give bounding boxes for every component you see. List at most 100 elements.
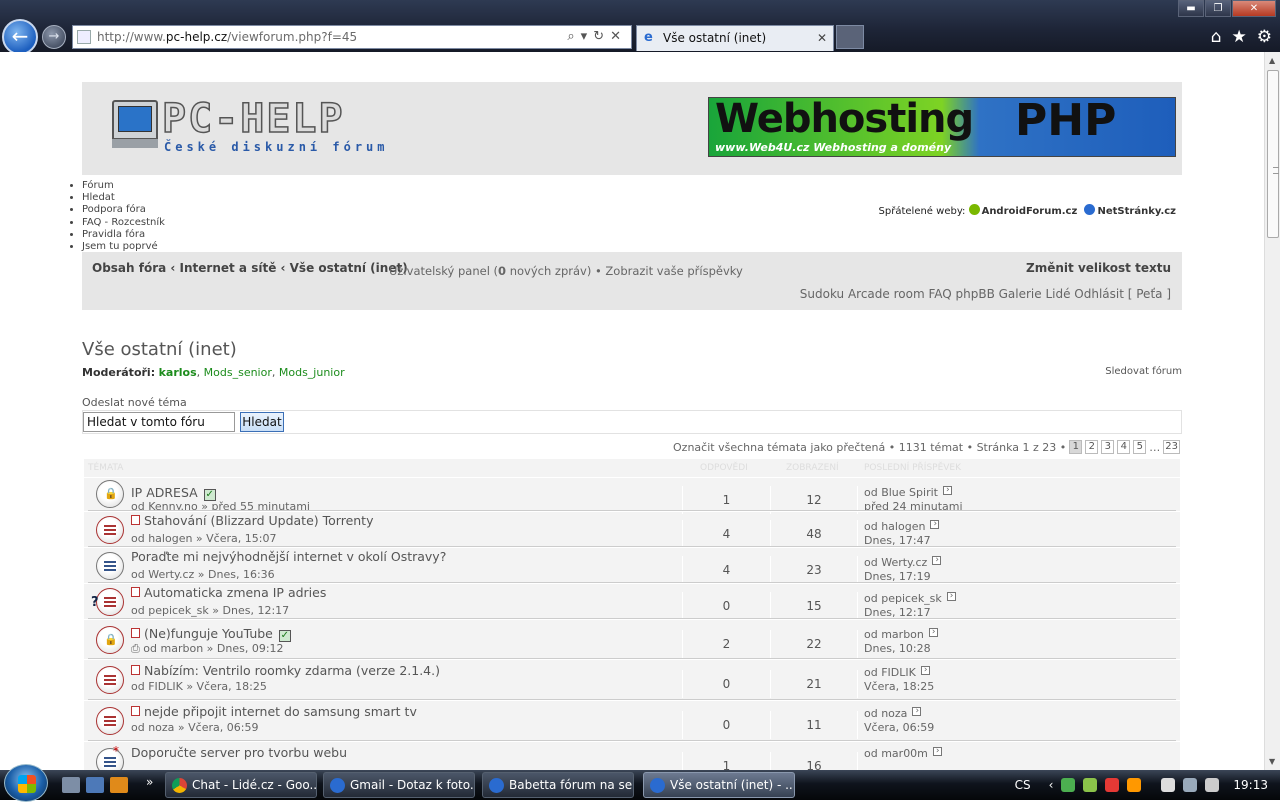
forward-button[interactable]: → (42, 25, 66, 49)
nav-link-faq[interactable]: FAQ - Rozcestník (82, 217, 165, 229)
go-to-last-post-icon[interactable] (928, 628, 938, 637)
maximize-button[interactable]: ❐ (1205, 0, 1231, 17)
back-button[interactable]: ← (2, 19, 38, 55)
topic-author[interactable]: od Werty.cz » Dnes, 16:36 (131, 568, 275, 581)
last-post-author[interactable]: od Blue Spirit (864, 486, 938, 499)
navbar-links[interactable]: Sudoku Arcade room FAQ phpBB Galerie Lid… (800, 287, 1171, 301)
last-post-author[interactable]: od mar00m (864, 747, 928, 760)
topic-title[interactable]: Stahování (Blizzard Update) Torrenty (131, 513, 373, 528)
topic-last-post: od mar00m (864, 747, 942, 761)
security-icon[interactable] (1061, 778, 1076, 792)
window-switcher-icon[interactable] (86, 777, 104, 793)
app-tray-icon[interactable] (1083, 778, 1098, 792)
home-icon[interactable]: ⌂ (1211, 27, 1222, 47)
volume-icon[interactable] (1205, 778, 1220, 792)
moderator-senior[interactable]: Mods_senior (204, 366, 272, 379)
moderator-karlos[interactable]: karlos (159, 366, 197, 379)
new-tab-button[interactable] (836, 25, 864, 49)
topic-author[interactable]: od pepicek_sk » Dnes, 12:17 (131, 604, 289, 617)
locked-topic-icon: 🔒 (96, 626, 124, 654)
change-font-size-link[interactable]: Změnit velikost textu (1026, 261, 1171, 275)
task-ie-gmail[interactable]: Gmail - Dotaz k foto... (323, 772, 475, 798)
friend-link-android[interactable]: AndroidForum.cz (982, 206, 1078, 217)
topic-author[interactable]: od halogen » Včera, 15:07 (131, 532, 276, 545)
media-player-icon[interactable] (110, 777, 128, 793)
nav-link-support[interactable]: Podpora fóra (82, 204, 165, 216)
quick-launch-more[interactable]: » (146, 775, 153, 789)
task-ie-babetta[interactable]: Babetta fórum na se... (482, 772, 634, 798)
go-to-last-post-icon[interactable] (946, 592, 956, 601)
user-panel-link[interactable]: Uživatelský panel (0 nových zpráv) • Zob… (389, 264, 743, 278)
go-to-last-post-icon[interactable] (932, 556, 942, 565)
tab-current[interactable]: e Vše ostatní (inet) ✕ (636, 25, 834, 51)
network-icon[interactable] (1183, 778, 1198, 792)
tray-expand-icon[interactable]: ‹ (1049, 778, 1054, 792)
language-indicator[interactable]: CS (1015, 778, 1031, 792)
system-tray: CS ‹ 19:13 (1015, 770, 1280, 800)
page-4[interactable]: 4 (1117, 440, 1131, 454)
topic-title[interactable]: (Ne)funguje YouTube ✓ (131, 626, 291, 642)
page-2[interactable]: 2 (1085, 440, 1099, 454)
scroll-thumb[interactable] (1267, 70, 1279, 238)
app-tray-icon[interactable] (1127, 778, 1142, 792)
topic-title[interactable]: IP ADRESA ✓ (131, 485, 216, 501)
nav-link-rules[interactable]: Pravidla fóra (82, 229, 165, 241)
topic-views: 21 (770, 670, 858, 698)
nav-link-search[interactable]: Hledat (82, 192, 165, 204)
power-icon[interactable] (1161, 778, 1176, 792)
scroll-up-icon[interactable]: ▲ (1269, 56, 1275, 65)
task-ie-forum[interactable]: Vše ostatní (inet) - ... (643, 772, 795, 798)
last-post-author[interactable]: od FIDLIK (864, 666, 916, 679)
pagination-info[interactable]: Označit všechna témata jako přečtená • 1… (673, 441, 1066, 454)
follow-forum-link[interactable]: Sledovat fórum (1105, 366, 1182, 377)
favorites-icon[interactable]: ★ (1232, 27, 1247, 47)
topic-last-post: od pepicek_skDnes, 12:17 (864, 592, 956, 620)
topic-author[interactable]: od FIDLIK » Včera, 18:25 (131, 680, 267, 693)
topic-title[interactable]: nejde připojit internet do samsung smart… (131, 704, 417, 719)
last-post-author[interactable]: od marbon (864, 628, 924, 641)
topic-author[interactable]: od noza » Včera, 06:59 (131, 721, 258, 734)
ad-banner[interactable]: Webhosting PHP www.Web4U.cz Webhosting a… (708, 97, 1176, 157)
nav-link-forum[interactable]: Fórum (82, 180, 165, 192)
scroll-down-icon[interactable]: ▼ (1269, 757, 1275, 766)
start-button[interactable] (4, 764, 48, 802)
search-button[interactable]: Hledat (240, 412, 284, 432)
address-bar[interactable]: http://www.pc-help.cz/viewforum.php?f=45… (72, 25, 632, 49)
task-label: Babetta fórum na se... (509, 778, 634, 792)
topic-title[interactable]: Nabízím: Ventrilo roomky zdarma (verze 2… (131, 663, 440, 678)
friend-link-netstranky[interactable]: NetStránky.cz (1097, 206, 1176, 217)
close-window-button[interactable]: ✕ (1232, 0, 1276, 17)
breadcrumb[interactable]: Obsah fóra ‹ Internet a sítě ‹ Vše ostat… (92, 261, 408, 275)
show-desktop-icon[interactable] (62, 777, 80, 793)
last-post-author[interactable]: od Werty.cz (864, 556, 927, 569)
moderator-junior[interactable]: Mods_junior (279, 366, 345, 379)
topic-author[interactable]: ⎙ od marbon » Dnes, 09:12 (131, 642, 284, 656)
clock[interactable]: 19:13 (1233, 778, 1268, 792)
page-3[interactable]: 3 (1101, 440, 1115, 454)
last-post-author[interactable]: od halogen (864, 520, 925, 533)
new-topic-link[interactable]: Odeslat nové téma (82, 396, 187, 409)
go-to-last-post-icon[interactable] (912, 707, 922, 716)
page-5[interactable]: 5 (1133, 440, 1147, 454)
page-title[interactable]: Vše ostatní (inet) (82, 339, 237, 360)
address-tools-icons[interactable]: ⌕▾↻✕ (567, 26, 627, 48)
minimize-button[interactable]: ▬ (1178, 0, 1204, 17)
friend-sites: Spřátelené weby: AndroidForum.cz NetStrá… (879, 204, 1176, 217)
page-1[interactable]: 1 (1069, 440, 1083, 454)
last-post-author[interactable]: od pepicek_sk (864, 592, 942, 605)
task-chrome-chat[interactable]: Chat - Lidé.cz - Goo... (165, 772, 317, 798)
topic-title[interactable]: Poraďte mi nejvýhodnější internet v okol… (131, 549, 446, 564)
topic-title[interactable]: Doporučte server pro tvorbu webu (131, 745, 347, 760)
app-tray-icon[interactable] (1105, 778, 1120, 792)
go-to-last-post-icon[interactable] (920, 666, 930, 675)
topic-title[interactable]: Automaticka zmena IP adries (131, 585, 326, 600)
go-to-last-post-icon[interactable] (942, 486, 952, 495)
go-to-last-post-icon[interactable] (932, 747, 942, 756)
gear-icon[interactable]: ⚙ (1257, 27, 1272, 47)
page-last[interactable]: 23 (1163, 440, 1180, 454)
last-post-author[interactable]: od noza (864, 707, 907, 720)
go-to-last-post-icon[interactable] (930, 520, 940, 529)
tab-close-icon[interactable]: ✕ (817, 26, 827, 50)
forum-search-input[interactable] (83, 412, 235, 432)
vertical-scrollbar[interactable]: ▲ ▼ (1264, 52, 1280, 770)
